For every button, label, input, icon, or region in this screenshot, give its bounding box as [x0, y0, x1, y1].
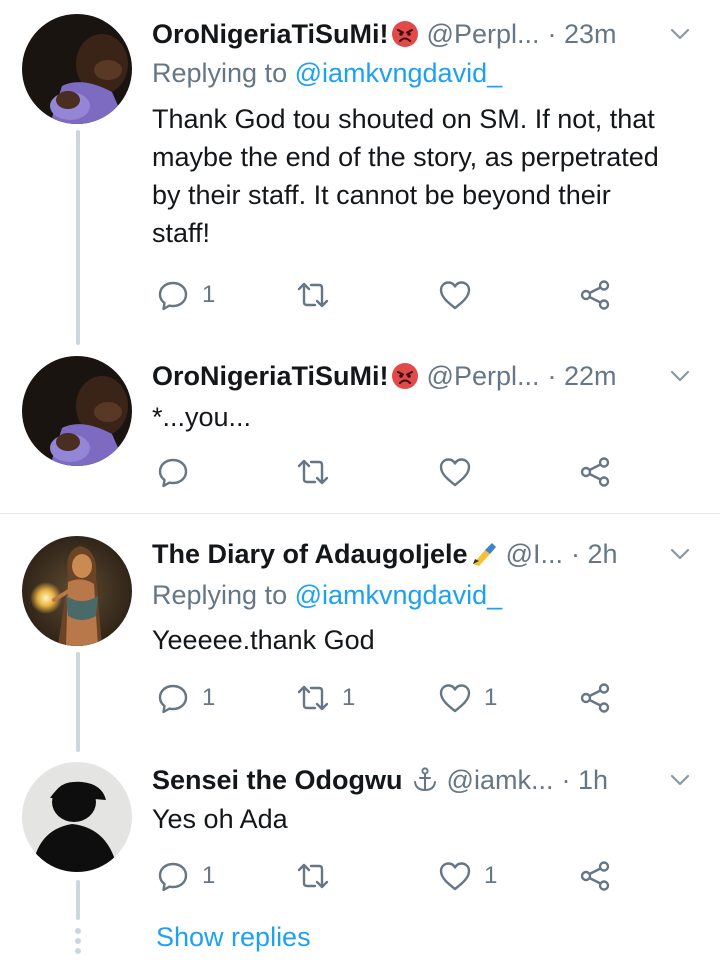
avatar[interactable]: [22, 762, 132, 872]
tweet-1[interactable]: OroNigeriaTiSuMi! @Perpl... · 23m Replyi…: [0, 0, 720, 345]
reply-icon: [158, 281, 188, 311]
replying-to: Replying to @iamkvngdavid_: [152, 580, 502, 611]
avatar-photo: [22, 762, 132, 872]
share-icon: [580, 861, 610, 891]
share-button[interactable]: [578, 678, 612, 718]
timestamp[interactable]: · 22m: [547, 361, 616, 392]
reply-count: 1: [202, 684, 216, 711]
avatar[interactable]: [22, 536, 132, 646]
heart-icon: [439, 281, 471, 310]
retweet-button[interactable]: 1: [296, 678, 355, 718]
like-count: 1: [484, 862, 498, 889]
retweet-icon: [297, 459, 329, 485]
reply-count: 1: [202, 862, 216, 889]
tweet-actions: 1 1: [156, 856, 626, 896]
retweet-button[interactable]: [296, 856, 342, 896]
anchor-emoji-icon: [411, 766, 439, 794]
angry-face-emoji-icon: [391, 20, 419, 48]
timestamp[interactable]: · 2h: [571, 539, 618, 570]
tweet-2[interactable]: OroNigeriaTiSuMi! @Perpl... · 22m *...yo…: [0, 340, 720, 515]
tweet-actions: 1: [156, 275, 626, 315]
tweet-text: Yeeeee.thank God: [152, 625, 375, 655]
share-button[interactable]: [578, 452, 612, 492]
tweet-text: Yes oh Ada: [152, 804, 288, 834]
share-icon: [580, 280, 610, 310]
retweet-icon: [297, 282, 329, 308]
thread-dots: [75, 928, 81, 958]
avatar-photo: [22, 356, 132, 466]
reply-button[interactable]: 1: [156, 856, 215, 896]
timestamp[interactable]: · 23m: [547, 19, 616, 50]
heart-icon: [439, 458, 471, 487]
tweet-actions: 1 1 1: [156, 678, 626, 718]
writing-hand-emoji-icon: [470, 540, 498, 568]
retweet-count: 1: [342, 684, 356, 711]
like-count: 1: [484, 684, 498, 711]
tweet-header: OroNigeriaTiSuMi! @Perpl... · 22m: [152, 358, 694, 394]
replying-to-prefix: Replying to: [152, 580, 295, 610]
heart-icon: [439, 862, 471, 891]
reply-icon: [158, 862, 188, 892]
share-icon: [580, 683, 610, 713]
reply-icon: [158, 684, 188, 714]
chevron-down-icon[interactable]: [666, 20, 694, 48]
user-handle[interactable]: @Perpl...: [427, 19, 540, 50]
display-name[interactable]: OroNigeriaTiSuMi!: [152, 361, 389, 392]
tweet-header: OroNigeriaTiSuMi! @Perpl... · 23m: [152, 16, 694, 52]
display-name[interactable]: The Diary of AdaugoIjele: [152, 539, 468, 570]
like-button[interactable]: 1: [438, 678, 497, 718]
chevron-down-icon[interactable]: [666, 540, 694, 568]
replying-to-mention[interactable]: @iamkvngdavid_: [295, 58, 503, 88]
replying-to: Replying to @iamkvngdavid_: [152, 58, 502, 89]
share-button[interactable]: [578, 856, 612, 896]
tweet-text: *...you...: [152, 402, 252, 432]
avatar[interactable]: [22, 356, 132, 466]
avatar[interactable]: [22, 14, 132, 124]
like-button[interactable]: [438, 275, 484, 315]
tweet-3[interactable]: The Diary of AdaugoIjele @I... · 2h Repl…: [0, 514, 720, 752]
retweet-icon: [297, 863, 329, 889]
share-icon: [580, 457, 610, 487]
retweet-icon: [297, 685, 329, 711]
thread-line: [76, 652, 80, 752]
reply-icon: [158, 458, 188, 488]
tweet-4[interactable]: Sensei the Odogwu @iamk... · 1h Yes oh A…: [0, 740, 720, 969]
tweet-text: Thank God tou shouted on SM. If not, tha…: [152, 104, 659, 248]
reply-button[interactable]: [156, 452, 202, 492]
tweet-header: The Diary of AdaugoIjele @I... · 2h: [152, 536, 694, 572]
share-button[interactable]: [578, 275, 612, 315]
retweet-button[interactable]: [296, 275, 342, 315]
user-handle[interactable]: @iamk...: [447, 765, 554, 796]
avatar-photo: [22, 536, 132, 646]
replying-to-prefix: Replying to: [152, 58, 295, 88]
user-handle[interactable]: @Perpl...: [427, 361, 540, 392]
display-name[interactable]: Sensei the Odogwu: [152, 765, 403, 796]
chevron-down-icon[interactable]: [666, 766, 694, 794]
angry-face-emoji-icon: [391, 362, 419, 390]
show-replies-link[interactable]: Show replies: [156, 922, 311, 953]
thread-line: [76, 130, 80, 345]
timestamp[interactable]: · 1h: [561, 765, 608, 796]
display-name[interactable]: OroNigeriaTiSuMi!: [152, 19, 389, 50]
user-handle[interactable]: @I...: [506, 539, 563, 570]
reply-count: 1: [202, 281, 216, 308]
chevron-down-icon[interactable]: [666, 362, 694, 390]
heart-icon: [439, 684, 471, 713]
replying-to-mention[interactable]: @iamkvngdavid_: [295, 580, 503, 610]
reply-button[interactable]: 1: [156, 275, 215, 315]
tweet-header: Sensei the Odogwu @iamk... · 1h: [152, 762, 694, 798]
avatar-photo: [22, 14, 132, 124]
like-button[interactable]: [438, 452, 484, 492]
like-button[interactable]: 1: [438, 856, 497, 896]
tweet-actions: [156, 452, 626, 492]
reply-button[interactable]: 1: [156, 678, 215, 718]
thread-line: [76, 880, 80, 920]
retweet-button[interactable]: [296, 452, 342, 492]
